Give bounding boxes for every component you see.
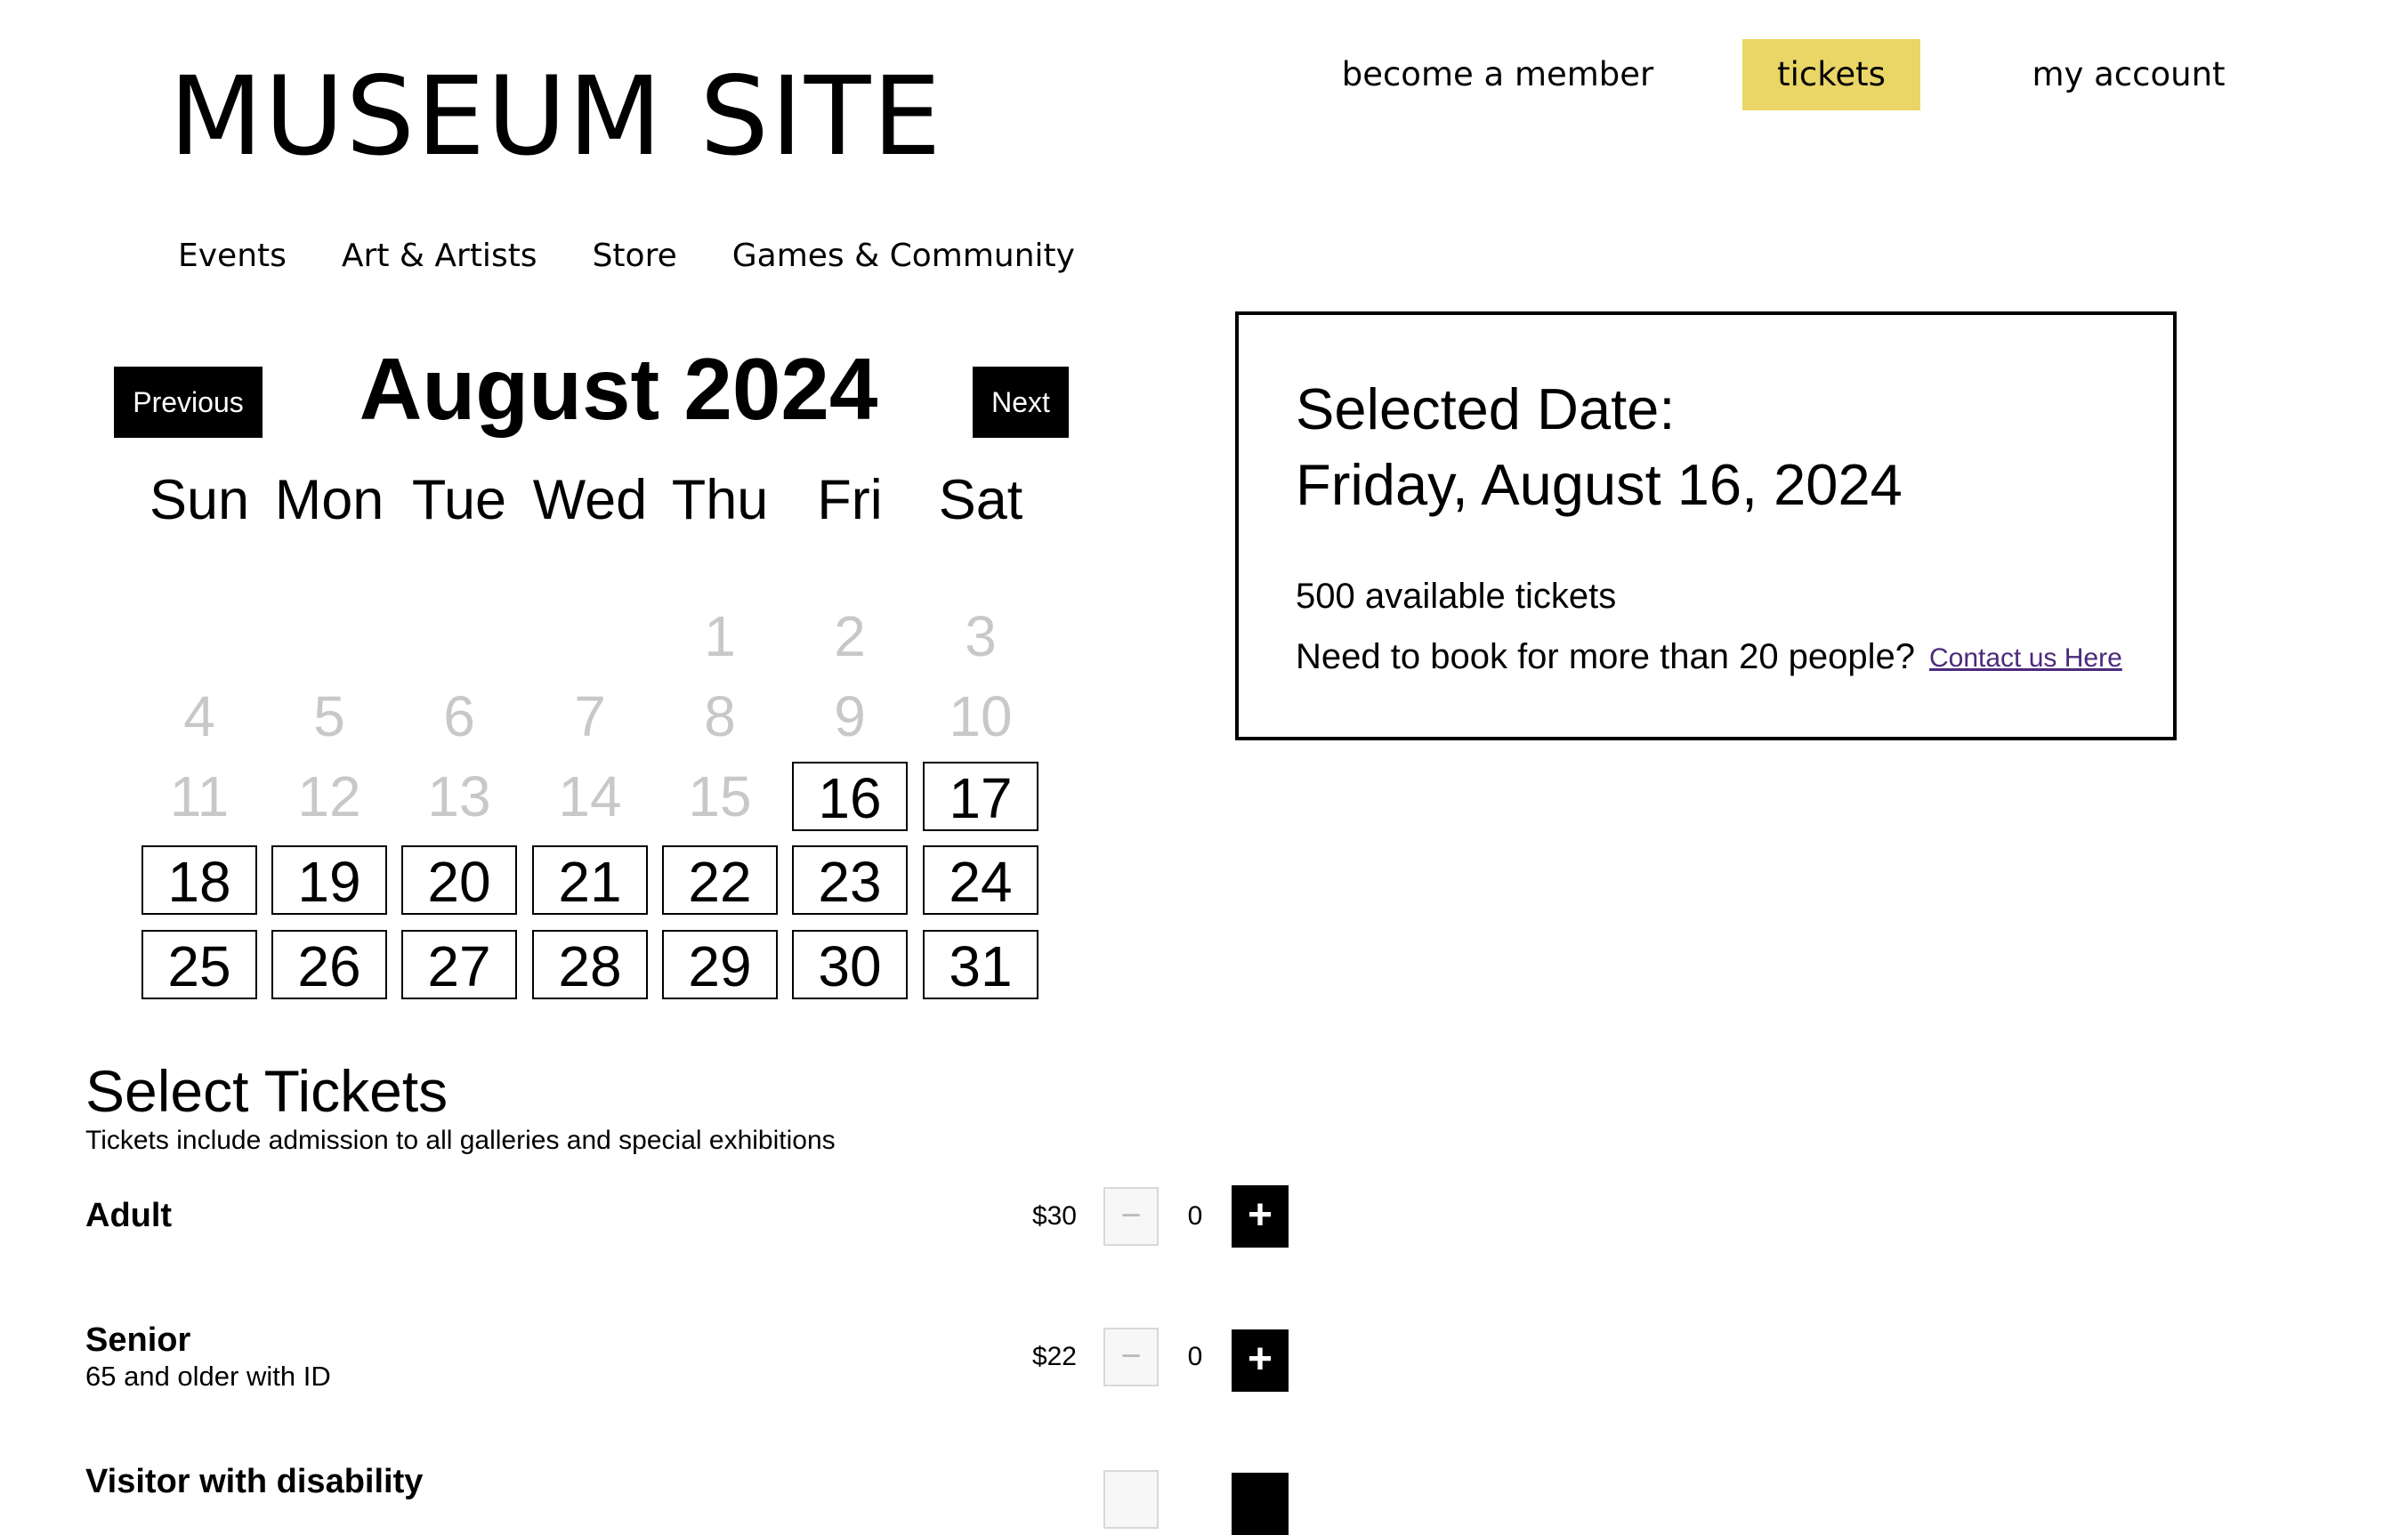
calendar-day-18[interactable]: 18 — [141, 845, 257, 915]
calendar-day-6: 6 — [443, 684, 475, 748]
calendar-day-3: 3 — [965, 604, 997, 668]
main-nav: Events Art & Artists Store Games & Commu… — [178, 231, 1075, 281]
calendar-day-15: 15 — [688, 764, 752, 828]
calendar-day-9: 9 — [834, 684, 866, 748]
increase-adult-button[interactable]: + — [1232, 1185, 1289, 1248]
my-account-link[interactable]: my account — [2013, 39, 2244, 110]
calendar-day-8: 8 — [704, 684, 736, 748]
nav-item-events[interactable]: Events — [178, 231, 287, 281]
ticket-price-senior: $22 — [1031, 1342, 1077, 1371]
calendar-day-25[interactable]: 25 — [141, 930, 257, 999]
calendar-day-16[interactable]: 16 — [792, 762, 908, 831]
weekday-header: Tue — [411, 469, 507, 531]
calendar-day-14: 14 — [558, 764, 622, 828]
calendar-day-1: 1 — [704, 604, 736, 668]
calendar-day-4: 4 — [183, 684, 215, 748]
nav-item-art-artists[interactable]: Art & Artists — [342, 231, 537, 281]
calendar-day-10: 10 — [949, 684, 1013, 748]
calendar-day-11: 11 — [169, 764, 230, 828]
calendar-day-27[interactable]: 27 — [401, 930, 517, 999]
calendar-day-13: 13 — [427, 764, 491, 828]
increase-visitor-button[interactable] — [1232, 1473, 1289, 1535]
selected-date-label: Selected Date: — [1296, 376, 1676, 441]
ticket-name-adult: Adult — [85, 1197, 173, 1234]
tickets-link[interactable]: tickets — [1742, 39, 1920, 110]
decrease-senior-button[interactable]: − — [1103, 1328, 1159, 1386]
calendar-day-2: 2 — [834, 604, 866, 668]
calendar-day-21[interactable]: 21 — [532, 845, 648, 915]
calendar-day-24[interactable]: 24 — [923, 845, 1038, 915]
ticket-name-senior: Senior — [85, 1321, 191, 1359]
calendar-day-7: 7 — [574, 684, 606, 748]
contact-us-link[interactable]: Contact us Here — [1929, 639, 2122, 678]
nav-item-games-community[interactable]: Games & Community — [732, 231, 1075, 281]
month-title: August 2024 — [359, 340, 878, 438]
calendar-day-31[interactable]: 31 — [923, 930, 1038, 999]
weekday-header: Sat — [938, 469, 1023, 531]
ticket-price-adult: $30 — [1031, 1201, 1077, 1231]
weekday-header: Thu — [671, 469, 769, 531]
calendar-day-28[interactable]: 28 — [532, 930, 648, 999]
calendar-day-26[interactable]: 26 — [271, 930, 387, 999]
calendar-day-5: 5 — [313, 684, 345, 748]
ticket-qty-senior: 0 — [1187, 1342, 1203, 1371]
weekday-header: Wed — [532, 469, 648, 531]
calendar-day-29[interactable]: 29 — [662, 930, 778, 999]
decrease-visitor-button[interactable] — [1103, 1470, 1159, 1529]
become-member-link[interactable]: become a member — [1335, 39, 1661, 110]
calendar-day-22[interactable]: 22 — [662, 845, 778, 915]
previous-month-button[interactable]: Previous — [114, 367, 263, 438]
group-booking-prompt: Need to book for more than 20 people? — [1296, 637, 1916, 676]
weekday-header: Mon — [274, 469, 384, 531]
increase-senior-button[interactable]: + — [1232, 1329, 1289, 1392]
selected-date-value: Friday, August 16, 2024 — [1296, 452, 1903, 517]
weekday-header: Sun — [149, 469, 250, 531]
ticket-desc-senior: 65 and older with ID — [85, 1361, 331, 1392]
ticket-qty-adult: 0 — [1187, 1201, 1203, 1231]
calendar-day-17[interactable]: 17 — [923, 762, 1038, 831]
decrease-adult-button[interactable]: − — [1103, 1187, 1159, 1246]
calendar-day-30[interactable]: 30 — [792, 930, 908, 999]
next-month-button[interactable]: Next — [973, 367, 1069, 438]
calendar-day-20[interactable]: 20 — [401, 845, 517, 915]
ticket-name-visitor-with-disability: Visitor with disability — [85, 1463, 424, 1500]
select-tickets-heading: Select Tickets — [85, 1058, 448, 1124]
calendar-day-12: 12 — [297, 764, 361, 828]
weekday-header: Fri — [817, 469, 883, 531]
calendar-day-23[interactable]: 23 — [792, 845, 908, 915]
select-tickets-subtitle: Tickets include admission to all galleri… — [85, 1126, 836, 1155]
site-title: MUSEUM SITE — [169, 53, 943, 180]
available-tickets-text: 500 available tickets — [1296, 577, 1617, 616]
nav-item-store[interactable]: Store — [593, 231, 677, 281]
calendar-day-19[interactable]: 19 — [271, 845, 387, 915]
